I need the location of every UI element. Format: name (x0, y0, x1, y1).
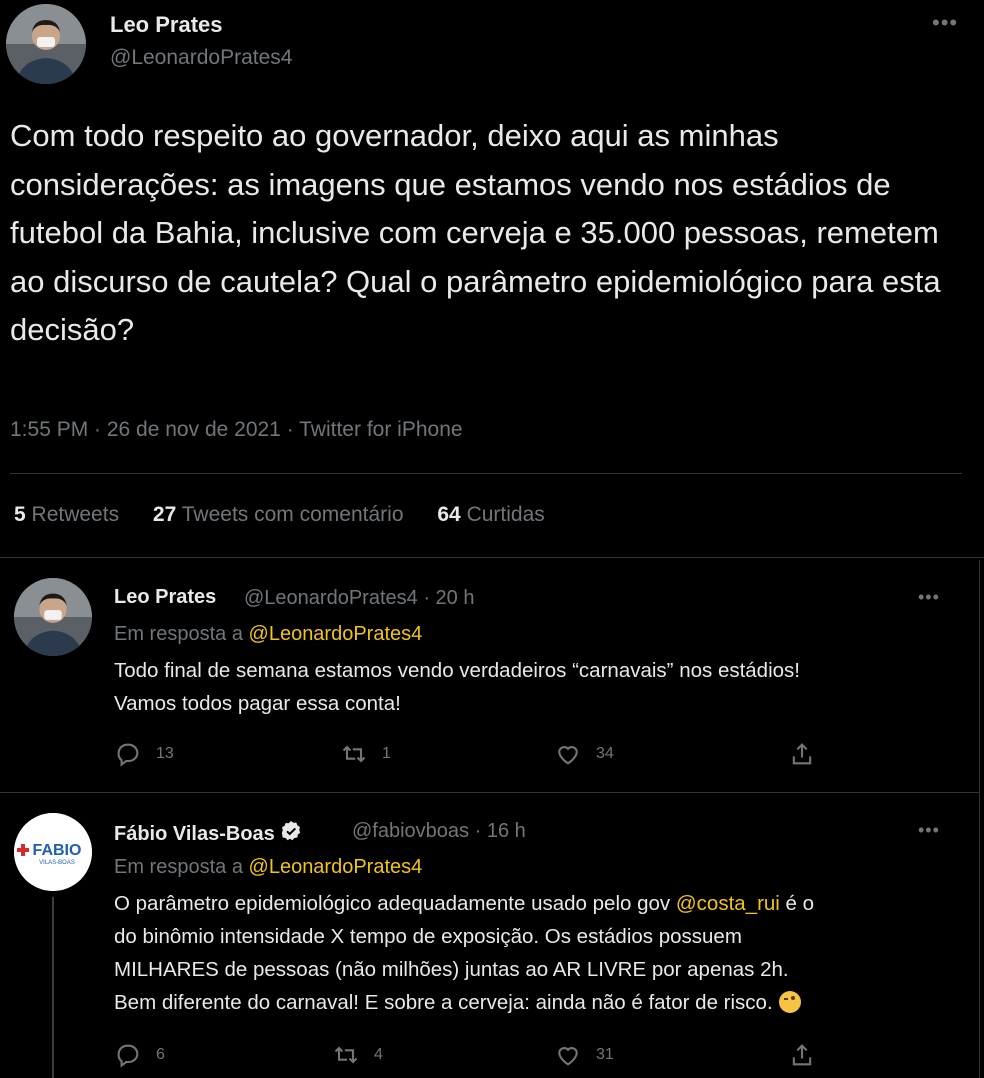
like-button[interactable]: 34 (554, 740, 614, 768)
more-options-icon[interactable]: ••• (918, 588, 940, 606)
reply-text-line: Todo final de semana estamos vendo verda… (114, 659, 800, 682)
likes-label: Curtidas (466, 503, 545, 526)
reply-time[interactable]: · 20 h (423, 587, 474, 609)
divider (0, 557, 984, 558)
author-avatar[interactable] (14, 578, 92, 656)
retweet-count: 1 (382, 745, 391, 762)
share-button[interactable] (788, 740, 816, 768)
thread-line (52, 897, 54, 1078)
retweet-count: 4 (374, 1046, 383, 1063)
reply-text-line: Bem diferente do carnaval! E sobre a cer… (114, 986, 964, 1019)
reply-prefix: Em resposta a (114, 623, 243, 645)
author-handle-line: @LeonardoPrates4 · 20 h (244, 587, 474, 610)
author-name[interactable]: Leo Prates (114, 586, 216, 609)
author-avatar[interactable]: FABIO VILAS-BOAS (14, 813, 92, 891)
author-name[interactable]: Fábio Vilas-Boas (114, 819, 303, 846)
author-name[interactable]: Leo Prates (110, 12, 223, 38)
reply-button[interactable]: 6 (114, 1041, 165, 1069)
author-avatar[interactable] (6, 4, 86, 84)
reply-count: 6 (156, 1046, 165, 1063)
comment-icon (117, 1044, 139, 1068)
author-handle[interactable]: @fabiovboas (352, 820, 469, 842)
reply-to-mention[interactable]: @LeonardoPrates4 (249, 623, 423, 645)
author-handle[interactable]: @LeonardoPrates4 (110, 46, 292, 70)
like-button[interactable]: 31 (554, 1041, 614, 1069)
share-button[interactable] (788, 1041, 816, 1069)
svg-text:VILAS-BOAS: VILAS-BOAS (39, 860, 75, 866)
reply-text: O parâmetro epidemiológico adequadamente… (114, 887, 964, 1019)
costa-rui-mention[interactable]: @costa_rui (676, 892, 780, 915)
reply-text-line: Vamos todos pagar essa conta! (114, 692, 401, 715)
author-name-text: Leo Prates (114, 586, 217, 608)
verified-badge-icon (281, 821, 300, 841)
divider (979, 560, 980, 1078)
reply-text-line: MILHARES de pessoas (não milhões) juntas… (114, 958, 789, 981)
retweet-icon (334, 1046, 358, 1064)
fabio-logo-avatar: FABIO VILAS-BOAS (14, 813, 92, 891)
like-count: 34 (596, 745, 614, 762)
reply-tweet[interactable]: Leo Prates @LeonardoPrates4 · 20 h ••• E… (0, 560, 980, 792)
heart-icon (558, 1047, 578, 1066)
heart-icon (558, 746, 578, 765)
reply-text-line: O parâmetro epidemiológico adequadamente… (114, 892, 815, 915)
retweet-button[interactable]: 1 (340, 740, 391, 768)
quotes-count: 27 (152, 503, 177, 526)
quotes-stat[interactable]: 27 Tweets com comentário (153, 503, 404, 526)
tweet-timestamp[interactable]: 1:55 PM · 26 de nov de 2021 · Twitter fo… (10, 418, 463, 442)
person-avatar-image (6, 4, 86, 84)
reply-actions: 6 4 31 (114, 1041, 834, 1071)
share-icon (792, 1044, 812, 1066)
retweets-stat[interactable]: 5 Retweets (14, 503, 119, 526)
like-count: 31 (596, 1046, 614, 1063)
svg-text:FABIO: FABIO (33, 842, 82, 859)
author-handle-line: @fabiovboas · 16 h (352, 820, 526, 843)
divider (10, 473, 962, 474)
reply-count: 13 (156, 745, 174, 762)
comment-icon (117, 743, 139, 767)
retweets-label: Retweets (31, 503, 120, 526)
reply-button[interactable]: 13 (114, 740, 174, 768)
share-icon (792, 743, 812, 765)
author-name-text: Fábio Vilas-Boas (114, 823, 275, 845)
reply-to-mention[interactable]: @LeonardoPrates4 (249, 856, 423, 878)
reply-context: Em resposta a @LeonardoPrates4 (114, 856, 422, 879)
reply-time[interactable]: · 16 h (475, 820, 526, 842)
likes-stat[interactable]: 64 Curtidas (437, 503, 544, 526)
tweet-stats: 5 Retweets 27 Tweets com comentário 64 C… (14, 503, 573, 527)
retweets-count: 5 (14, 503, 26, 526)
main-tweet: Leo Prates @LeonardoPrates4 ••• Com todo… (0, 0, 984, 560)
retweet-icon (342, 745, 366, 763)
author-handle[interactable]: @LeonardoPrates4 (244, 587, 418, 609)
reply-text-line: do binômio intensidade X tempo de exposi… (114, 925, 742, 948)
likes-count: 64 (437, 503, 461, 526)
person-avatar-image (14, 578, 92, 656)
reply-context: Em resposta a @LeonardoPrates4 (114, 623, 422, 646)
tweet-text: Com todo respeito ao governador, deixo a… (10, 118, 941, 347)
more-options-icon[interactable]: ••• (932, 12, 958, 34)
winking-face-emoji (778, 991, 801, 1013)
reply-text: Todo final de semana estamos vendo verda… (114, 654, 964, 720)
reply-actions: 13 1 34 (114, 740, 834, 770)
quotes-label: Tweets com comentário (181, 503, 404, 526)
reply-prefix: Em resposta a (114, 856, 243, 878)
reply-tweet[interactable]: FABIO VILAS-BOAS Fábio Vilas-Boas @fabio… (0, 793, 980, 1078)
retweet-button[interactable]: 4 (332, 1041, 383, 1069)
more-options-icon[interactable]: ••• (918, 821, 940, 839)
